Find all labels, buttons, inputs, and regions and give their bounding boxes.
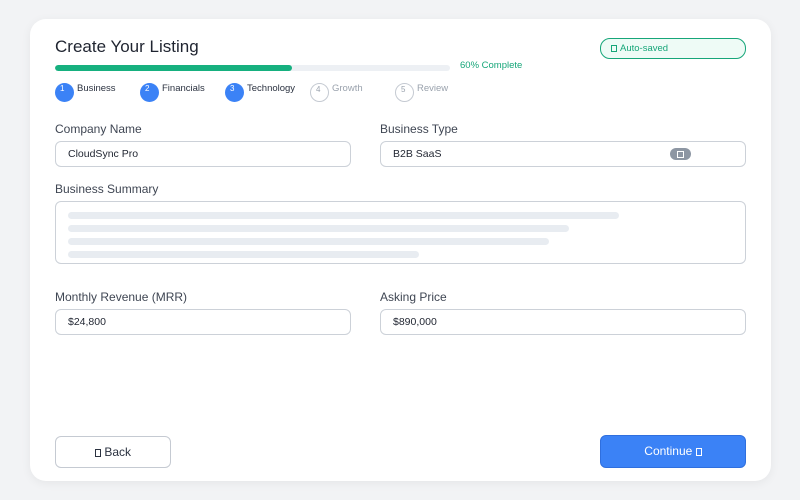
mrr-input[interactable]: $24,800 xyxy=(55,309,351,335)
listing-card: Create Your Listing Auto-saved 60% Compl… xyxy=(30,19,771,481)
back-button[interactable]: Back xyxy=(55,436,171,468)
asking-price-input[interactable]: $890,000 xyxy=(380,309,746,335)
step-number: 5 xyxy=(395,83,414,102)
step-label: Review xyxy=(417,83,449,94)
step-indicator: 1 Business 2 Financials 3 Technology 4 G… xyxy=(55,83,475,103)
step-number: 2 xyxy=(140,83,159,102)
asking-price-label: Asking Price xyxy=(380,290,447,304)
continue-button-label: Continue xyxy=(644,444,693,458)
step-number: 1 xyxy=(55,83,74,102)
progress-fill xyxy=(55,65,292,71)
dropdown-icon[interactable] xyxy=(670,148,691,160)
business-type-value: B2B SaaS xyxy=(393,148,442,160)
autosave-badge: Auto-saved xyxy=(600,38,746,59)
business-type-label: Business Type xyxy=(380,122,458,136)
progress-label: 60% Complete xyxy=(460,60,523,71)
skeleton-line xyxy=(68,225,569,232)
forward-arrow-icon xyxy=(695,448,702,456)
step-number: 4 xyxy=(310,83,329,102)
business-summary-label: Business Summary xyxy=(55,182,159,196)
back-button-label: Back xyxy=(104,445,132,459)
mrr-label: Monthly Revenue (MRR) xyxy=(55,290,188,304)
step-label: Technology xyxy=(247,83,296,94)
step-label: Growth xyxy=(332,83,363,94)
continue-button[interactable]: Continue xyxy=(600,435,746,468)
step-number: 3 xyxy=(225,83,244,102)
step-label: Financials xyxy=(162,83,205,94)
business-summary-textarea[interactable] xyxy=(55,201,746,264)
step-label: Business xyxy=(77,83,116,94)
business-type-select[interactable]: B2B SaaS xyxy=(380,141,746,167)
company-name-label: Company Name xyxy=(55,122,142,136)
back-arrow-icon xyxy=(94,449,101,457)
progress-bar xyxy=(55,65,450,71)
company-name-input[interactable]: CloudSync Pro xyxy=(55,141,351,167)
save-icon xyxy=(611,45,617,52)
skeleton-line xyxy=(68,238,549,245)
skeleton-line xyxy=(68,251,419,258)
page-title: Create Your Listing xyxy=(55,37,199,56)
skeleton-line xyxy=(68,212,619,219)
autosave-label: Auto-saved xyxy=(620,43,669,54)
